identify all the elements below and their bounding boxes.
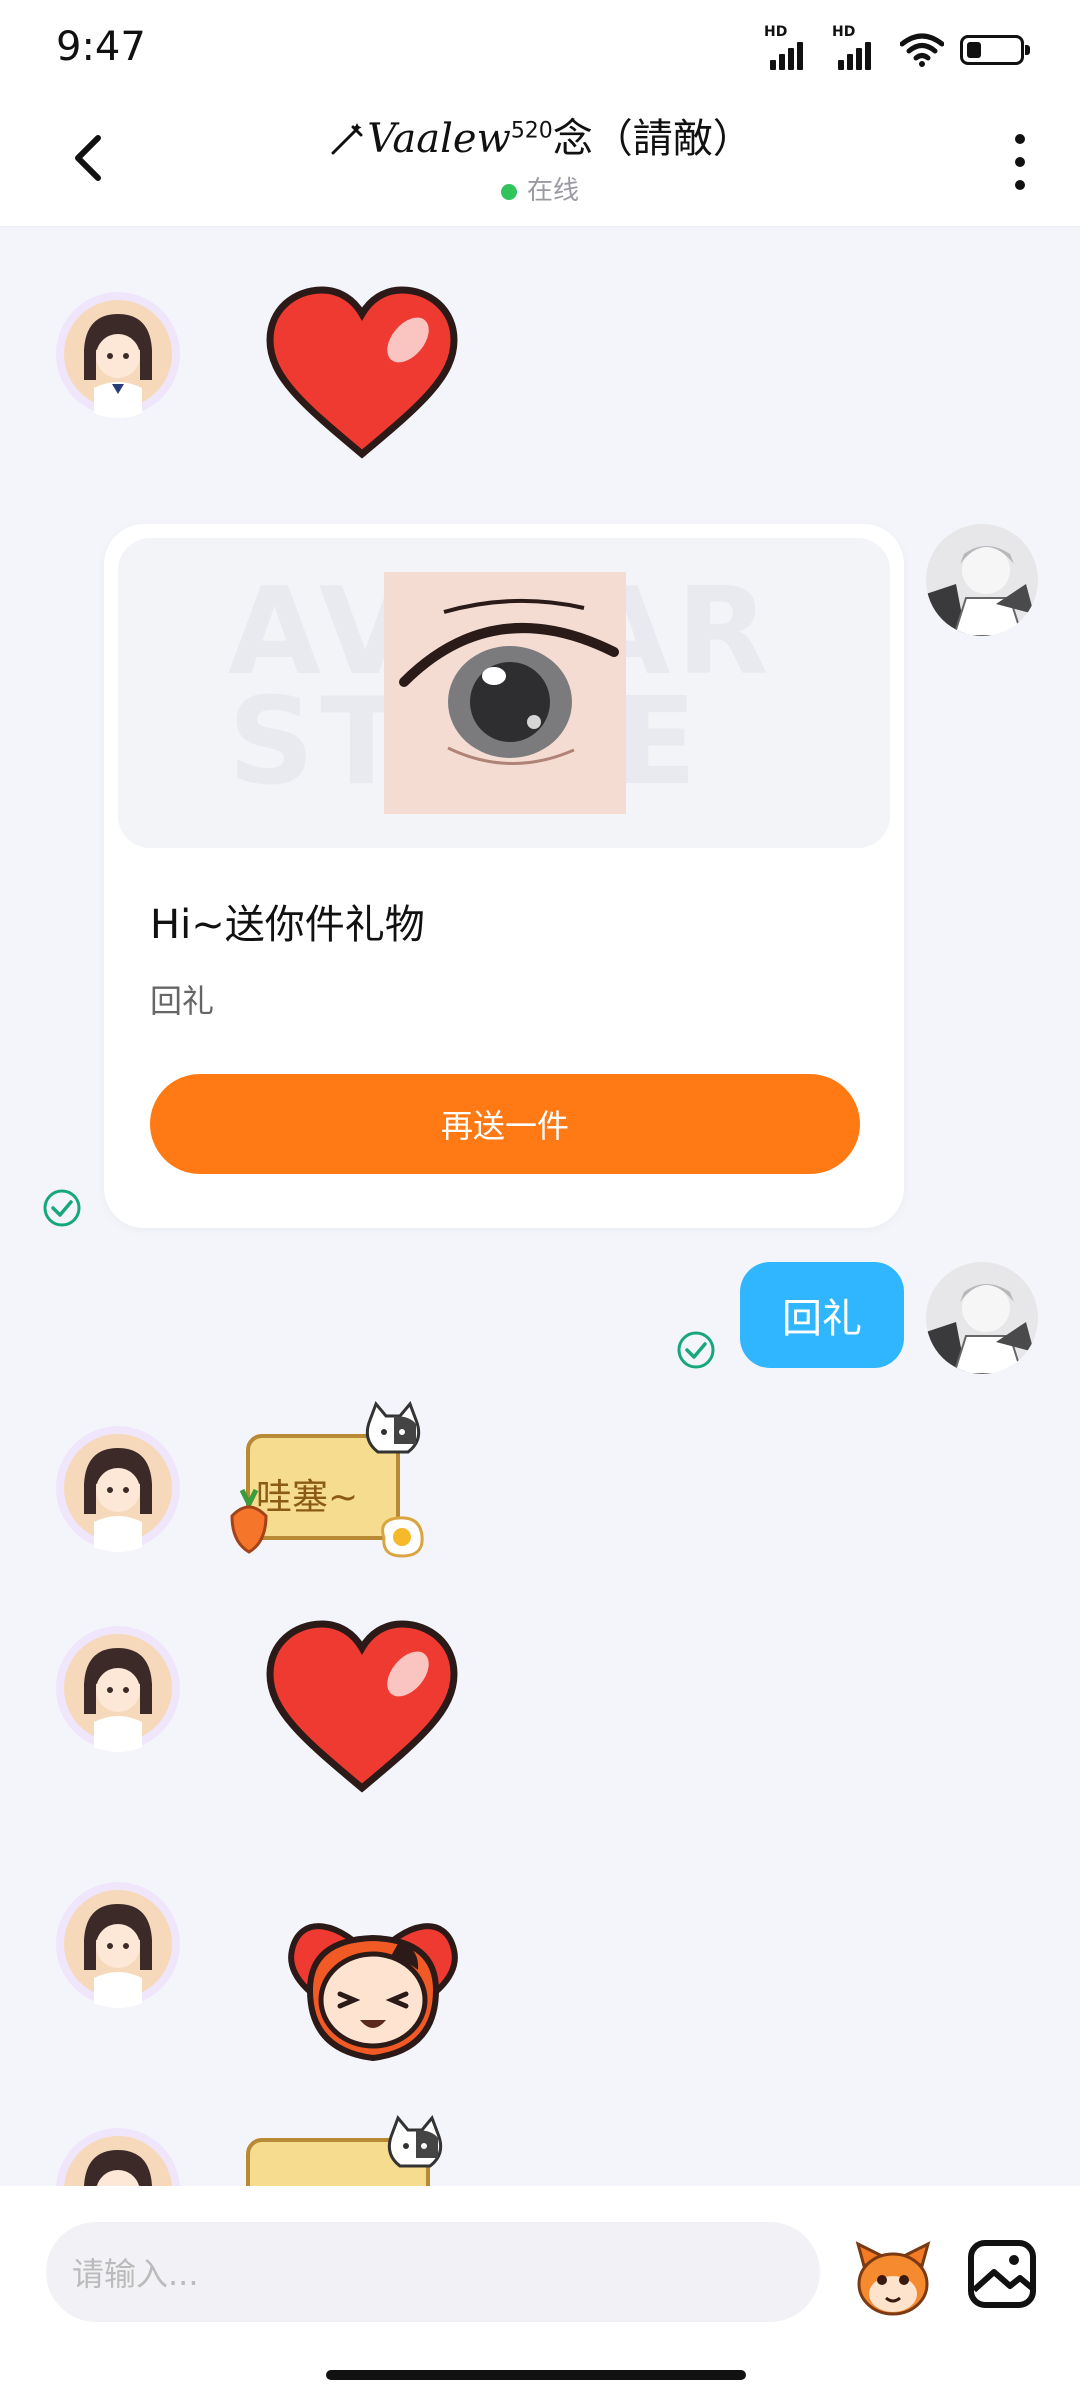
status-icons: HD HD (764, 24, 1030, 70)
image-icon[interactable] (966, 2238, 1038, 2310)
avatar[interactable] (54, 1424, 182, 1552)
carrot-icon (230, 1488, 268, 1554)
online-text: 在线 (526, 176, 579, 206)
signal-2-label: HD (832, 24, 856, 40)
message-input[interactable]: 请输入... (46, 2222, 820, 2322)
heart-sticker-icon (266, 286, 458, 459)
hug-heart-sticker-icon (288, 1923, 458, 2062)
online-status: 在线 (0, 170, 1080, 207)
my-message-bubble[interactable]: 回礼 (740, 1262, 904, 1368)
avatar[interactable] (54, 1624, 182, 1752)
gift-card-subtitle: 回礼 (150, 982, 215, 1020)
avatar[interactable] (926, 1262, 1038, 1374)
send-again-button[interactable]: 再送一件 (150, 1074, 860, 1174)
home-indicator (326, 2370, 746, 2380)
status-time: 9:47 (56, 24, 146, 70)
cat-icon (365, 1401, 421, 1454)
read-check-icon (43, 1189, 81, 1227)
heart-sticker-icon (266, 1620, 458, 1793)
egg-icon (381, 1516, 424, 1558)
avatar[interactable] (926, 524, 1038, 636)
avatar[interactable] (54, 1880, 182, 2008)
avatar[interactable] (54, 290, 182, 418)
gift-eye-image (384, 572, 626, 814)
pencil-deco-icon (331, 123, 363, 155)
signal-1-icon: HD (764, 24, 816, 70)
more-options-icon[interactable] (1010, 134, 1030, 190)
wifi-icon (900, 33, 944, 67)
read-check-icon (677, 1331, 715, 1369)
title-decoration: Vaalew (367, 116, 511, 162)
title-superscript: 520 (510, 118, 553, 144)
signal-1-label: HD (764, 24, 788, 40)
gift-card-title: Hi~送你件礼物 (150, 902, 425, 948)
battery-icon (960, 35, 1030, 65)
cat-icon (387, 2115, 443, 2168)
online-dot-icon (500, 183, 517, 200)
signal-2-icon: HD (832, 24, 884, 70)
title-name: 念（請敵） (552, 116, 753, 162)
chat-title: Vaalew520念（請敵） (0, 106, 1080, 164)
emoji-sticker-icon[interactable] (850, 2236, 936, 2322)
sticker-wow: 哇塞~ (224, 1400, 434, 1570)
